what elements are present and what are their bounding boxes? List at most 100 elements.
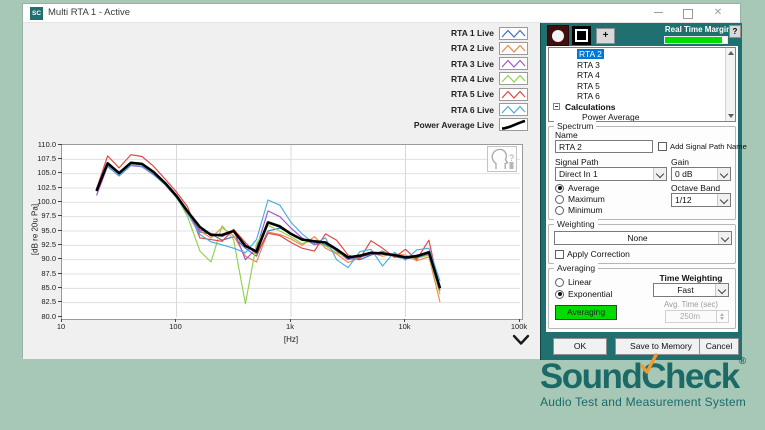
maximize-button[interactable] (680, 6, 696, 20)
legend-label: RTA 6 Live (451, 104, 494, 115)
apply-correction-checkbox[interactable]: Apply Correction (555, 249, 630, 259)
registered-mark: ® (738, 356, 747, 367)
octave-band-label: Octave Band (671, 183, 721, 193)
legend-swatch-icon (499, 103, 528, 116)
gain-select[interactable]: 0 dB (671, 167, 731, 181)
chevron-down-icon[interactable] (653, 168, 666, 180)
x-tick-mark (518, 319, 520, 322)
mode-radio-average[interactable]: Average (555, 183, 600, 193)
tree-item-rta-2[interactable]: RTA 2 (549, 49, 735, 60)
add-button[interactable]: + (596, 28, 615, 44)
scroll-down-icon[interactable] (728, 114, 734, 118)
legend-label: RTA 5 Live (451, 89, 494, 100)
chevron-down-icon[interactable] (718, 232, 731, 244)
y-tick-mark (58, 143, 62, 145)
y-tick-mark (58, 272, 62, 274)
legend-item-power-average[interactable]: Power Average Live (414, 118, 528, 132)
legend-item-rta-3[interactable]: RTA 3 Live (451, 57, 528, 71)
soundcheck-logo: SoundC heck® Audio Test and Measurement S… (525, 353, 761, 409)
spinner-arrows-icon[interactable] (716, 311, 728, 322)
mode-radio-maximum[interactable]: Maximum (555, 194, 605, 204)
y-tick-mark (58, 229, 62, 231)
signal-path-select[interactable]: Direct In 1 (555, 167, 667, 181)
legend-swatch-icon (499, 26, 528, 40)
cancel-button[interactable]: Cancel (699, 338, 739, 355)
legend-item-rta-5[interactable]: RTA 5 Live (451, 87, 528, 101)
weighting-group: Weighting None Apply Correction (548, 219, 736, 264)
window-title: Multi RTA 1 - Active (48, 7, 131, 18)
y-tick-label: 95.0 (41, 225, 56, 235)
avg-time-spinner[interactable]: 250m (665, 310, 729, 323)
octave-band-select[interactable]: 1/12 (671, 193, 731, 207)
chevron-down-icon[interactable] (715, 284, 728, 296)
tree-scrollbar[interactable] (725, 48, 735, 121)
chevron-down-icon[interactable] (717, 168, 730, 180)
y-tick-mark (58, 200, 62, 202)
y-tick-mark (58, 243, 62, 245)
legend-label: RTA 1 Live (451, 28, 494, 38)
expand-chevron-icon[interactable] (512, 333, 530, 345)
legend-item-rta-2[interactable]: RTA 2 Live (451, 41, 528, 55)
close-button[interactable]: ✕ (710, 6, 726, 20)
stop-icon (575, 29, 588, 42)
y-tick-label: 102.5 (37, 182, 56, 192)
plot-area (61, 144, 523, 320)
tree-item-rta-4[interactable]: RTA 4 (549, 70, 735, 81)
listening-head-icon[interactable]: ? (487, 146, 517, 172)
chevron-down-icon[interactable] (717, 194, 730, 206)
checkbox-icon (555, 249, 564, 259)
record-button[interactable] (547, 25, 569, 46)
y-tick-label: 80.0 (41, 311, 56, 321)
tree-item-rta-5[interactable]: RTA 5 (549, 81, 735, 92)
save-to-memory-button[interactable]: Save to Memory (615, 338, 707, 355)
y-tick-label: 90.0 (41, 254, 56, 264)
x-tick-label: 10 (56, 322, 66, 331)
y-tick-mark (58, 301, 62, 303)
y-tick-mark (58, 172, 62, 174)
stop-button[interactable] (572, 26, 591, 45)
weighting-group-title: Weighting (554, 219, 598, 229)
legend-swatch-icon (499, 41, 528, 55)
tree-item-calculations[interactable]: Calculations (549, 102, 735, 113)
radio-label: Maximum (568, 194, 605, 204)
legend-item-rta-4[interactable]: RTA 4 Live (451, 72, 528, 86)
x-tick-mark (404, 319, 405, 322)
tree-item-rta-6[interactable]: RTA 6 (549, 91, 735, 102)
y-tick-mark (58, 258, 62, 260)
check-icon (640, 353, 658, 374)
title-bar: SC Multi RTA 1 - Active ✕ (23, 4, 740, 23)
averaging-indicator-button[interactable]: Averaging (555, 305, 617, 320)
legend-label: RTA 4 Live (451, 73, 494, 84)
time-weighting-select[interactable]: Fast (653, 283, 729, 297)
tree-item-rta-3[interactable]: RTA 3 (549, 60, 735, 71)
y-tick-label: 107.5 (37, 153, 56, 163)
ok-button[interactable]: OK (553, 338, 607, 355)
y-tick-mark (58, 286, 62, 288)
legend-item-rta-1[interactable]: RTA 1 Live (451, 26, 528, 40)
radio-icon (555, 205, 564, 215)
radio-icon (555, 194, 564, 204)
y-tick-label: 82.5 (41, 297, 56, 307)
help-button[interactable]: ? (729, 25, 741, 38)
y-tick-label: 92.5 (41, 239, 56, 249)
averaging-radio-exponential[interactable]: Exponential (555, 289, 612, 299)
averaging-radio-linear[interactable]: Linear (555, 277, 592, 287)
rta-spectrum-plot (62, 145, 520, 317)
collapse-expander-icon[interactable] (553, 103, 560, 110)
record-icon (552, 29, 564, 42)
soundcheck-wordmark: SoundC heck® (525, 353, 761, 394)
radio-icon (555, 277, 564, 287)
add-signal-path-checkbox[interactable]: Add Signal Path Name (658, 142, 747, 151)
mode-radio-minimum[interactable]: Minimum (555, 205, 602, 215)
legend-swatch-icon (499, 57, 528, 71)
name-input[interactable]: RTA 2 (555, 140, 653, 153)
legend-swatch-icon (499, 72, 528, 86)
weighting-select[interactable]: None (554, 231, 732, 245)
real-time-margin-bar (664, 36, 728, 44)
scroll-up-icon[interactable] (728, 51, 734, 55)
real-time-margin-label: Real Time Margin (664, 25, 731, 34)
svg-text:?: ? (509, 153, 514, 163)
legend-item-rta-6[interactable]: RTA 6 Live (451, 103, 528, 117)
minimize-button[interactable] (650, 6, 666, 20)
y-tick-label: 87.5 (41, 268, 56, 278)
